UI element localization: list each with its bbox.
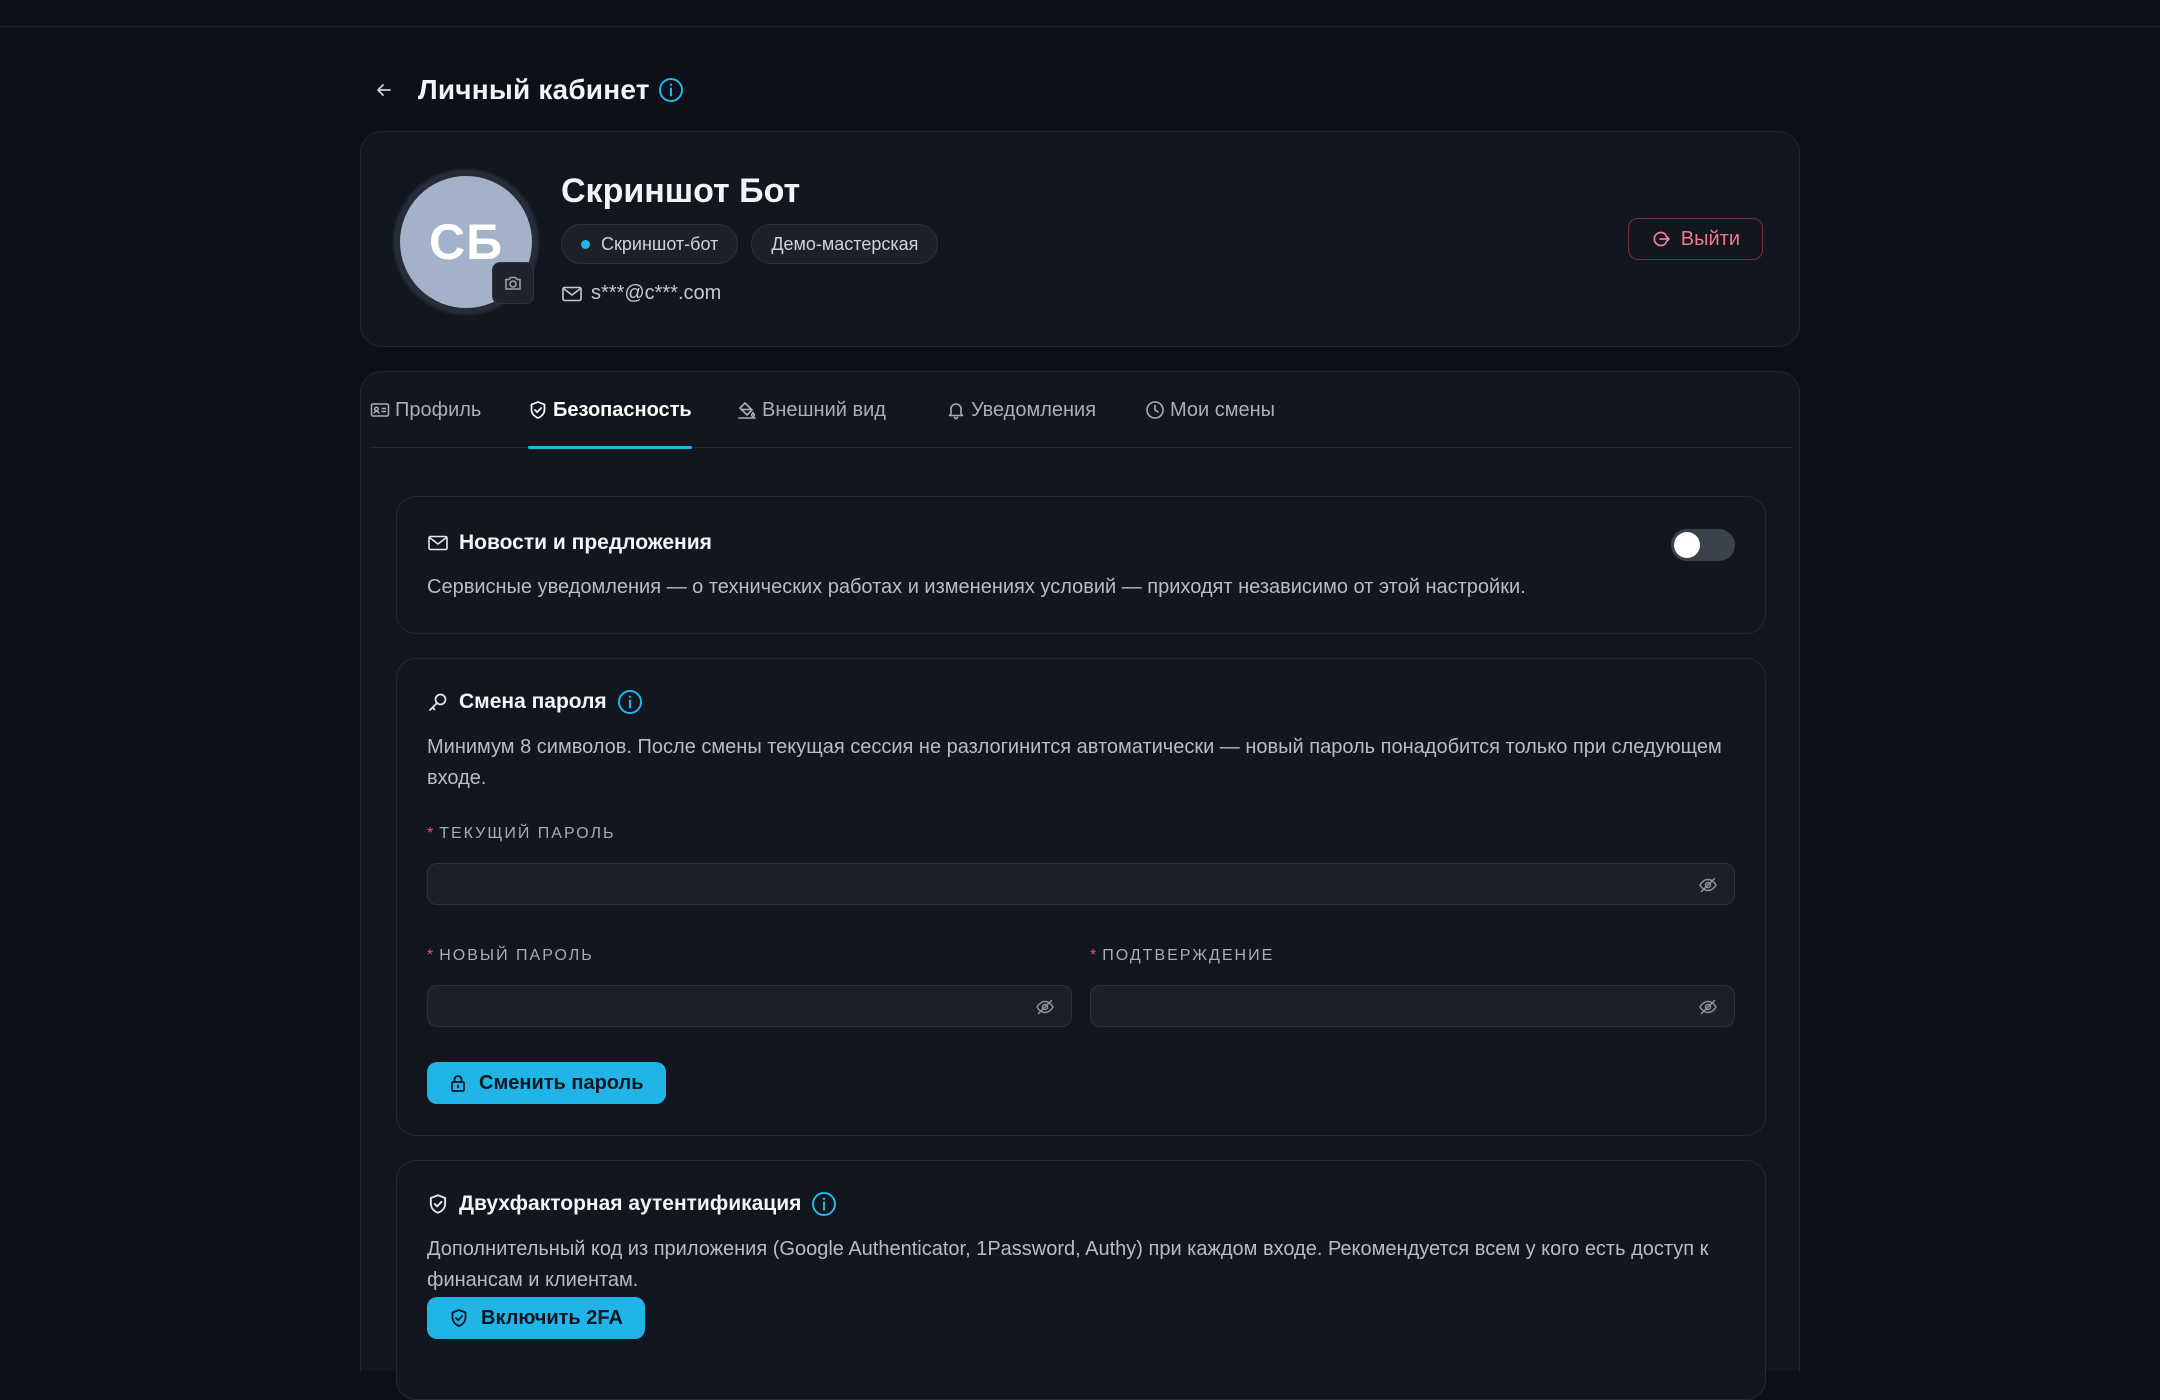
logout-icon <box>1653 231 1671 247</box>
lock-icon <box>451 1075 465 1092</box>
shield-check-icon <box>530 401 546 419</box>
role-chip: Скриншот-бот <box>561 224 739 264</box>
new-password-label: * НОВЫЙ ПАРОЛЬ <box>427 947 594 965</box>
tab-my-shifts[interactable]: Мои смены <box>1145 372 1275 448</box>
toggle-visibility-button[interactable] <box>1698 997 1718 1017</box>
new-password-label-text: НОВЫЙ ПАРОЛЬ <box>439 947 594 964</box>
required-mark: * <box>1090 947 1099 964</box>
user-email: s***@c***.com <box>591 282 722 304</box>
tab-security-label: Безопасность <box>553 398 692 421</box>
current-password-label: * ТЕКУЩИЙ ПАРОЛЬ <box>427 825 616 843</box>
user-name: Скриншот Бот <box>561 172 801 210</box>
password-title: Смена пароля <box>427 689 643 715</box>
confirm-password-input[interactable] <box>1091 986 1734 1026</box>
page-title: Личный кабинет <box>418 74 650 105</box>
current-password-input[interactable] <box>428 864 1734 904</box>
email-row: s***@c***.com <box>561 282 721 305</box>
settings-panel: Профиль Безопасность Внешний вид Уведомл… <box>360 371 1800 1400</box>
confirm-password-label: * ПОДТВЕРЖДЕНИЕ <box>1090 947 1274 965</box>
enable-2fa-button[interactable]: Включить 2FA <box>427 1297 645 1339</box>
id-card-icon <box>370 403 390 417</box>
profile-card: СБ Скриншот Бот Скриншот-бот Демо-мастер… <box>360 131 1800 347</box>
twofa-section: Двухфакторная аутентификация Дополнитель… <box>396 1160 1766 1400</box>
camera-icon <box>505 276 521 290</box>
info-icon[interactable] <box>617 689 643 715</box>
new-password-field <box>427 985 1072 1027</box>
top-bar <box>0 0 2160 27</box>
tab-security[interactable]: Безопасность <box>528 372 692 449</box>
change-password-button[interactable]: Сменить пароль <box>427 1062 666 1104</box>
back-button[interactable] <box>362 68 406 112</box>
change-password-label: Сменить пароль <box>479 1071 644 1094</box>
role-chip-label: Скриншот-бот <box>601 233 719 254</box>
info-icon[interactable] <box>658 77 684 103</box>
confirm-password-field <box>1090 985 1735 1027</box>
logout-label: Выйти <box>1680 227 1740 250</box>
tab-notifications[interactable]: Уведомления <box>946 372 1096 448</box>
workshop-chip: Демо-мастерская <box>751 224 939 264</box>
shield-check-icon <box>451 1309 467 1327</box>
new-password-input[interactable] <box>428 986 1071 1026</box>
mail-icon <box>427 534 449 552</box>
password-title-label: Смена пароля <box>459 690 607 713</box>
key-icon <box>427 691 449 713</box>
workshop-chip-label: Демо-мастерская <box>771 233 919 254</box>
mail-icon <box>562 286 582 301</box>
eye-off-icon <box>1036 999 1054 1015</box>
enable-2fa-label: Включить 2FA <box>481 1306 623 1329</box>
tab-profile-label: Профиль <box>395 398 482 421</box>
tab-notifications-label: Уведомления <box>971 398 1097 421</box>
shield-check-icon <box>427 1193 449 1215</box>
logout-button[interactable]: Выйти <box>1627 218 1763 260</box>
news-title-label: Новости и предложения <box>459 531 712 554</box>
info-icon[interactable] <box>811 1191 837 1217</box>
paint-bucket-icon <box>738 402 756 419</box>
required-mark: * <box>427 825 436 842</box>
tab-my-shifts-label: Мои смены <box>1170 398 1276 421</box>
twofa-title-label: Двухфакторная аутентификация <box>459 1192 802 1215</box>
eye-off-icon <box>1699 999 1717 1015</box>
password-section: Смена пароля Минимум 8 символов. После с… <box>396 658 1766 1136</box>
arrow-left-icon <box>377 84 391 96</box>
profile-chips: Скриншот-бот Демо-мастерская <box>561 224 939 264</box>
toggle-visibility-button[interactable] <box>1035 997 1055 1017</box>
toggle-knob <box>1674 532 1700 558</box>
eye-off-icon <box>1699 877 1717 893</box>
required-mark: * <box>427 947 436 964</box>
status-dot <box>581 239 590 249</box>
news-section: Новости и предложения Сервисные уведомле… <box>396 496 1766 634</box>
toggle-visibility-button[interactable] <box>1698 875 1718 895</box>
clock-icon <box>1146 401 1164 419</box>
tab-profile[interactable]: Профиль <box>370 372 481 448</box>
current-password-label-text: ТЕКУЩИЙ ПАРОЛЬ <box>439 825 616 842</box>
twofa-title: Двухфакторная аутентификация <box>427 1191 837 1217</box>
tab-appearance-label: Внешний вид <box>762 398 886 421</box>
twofa-description: Дополнительный код из приложения (Google… <box>427 1238 1709 1291</box>
current-password-field <box>427 863 1735 905</box>
password-description: Минимум 8 символов. После смены текущая … <box>427 736 1722 789</box>
news-description: Сервисные уведомления — о технических ра… <box>427 576 1526 598</box>
settings-tabs: Профиль Безопасность Внешний вид Уведомл… <box>370 372 1792 449</box>
news-title: Новости и предложения <box>427 531 712 555</box>
change-avatar-button[interactable] <box>492 262 534 304</box>
confirm-password-label-text: ПОДТВЕРЖДЕНИЕ <box>1102 947 1275 964</box>
avatar-wrapper: СБ <box>394 170 538 314</box>
page-header: Личный кабинет <box>360 65 684 115</box>
bell-icon <box>948 403 964 420</box>
news-toggle[interactable] <box>1671 529 1735 561</box>
tab-appearance[interactable]: Внешний вид <box>737 372 886 448</box>
